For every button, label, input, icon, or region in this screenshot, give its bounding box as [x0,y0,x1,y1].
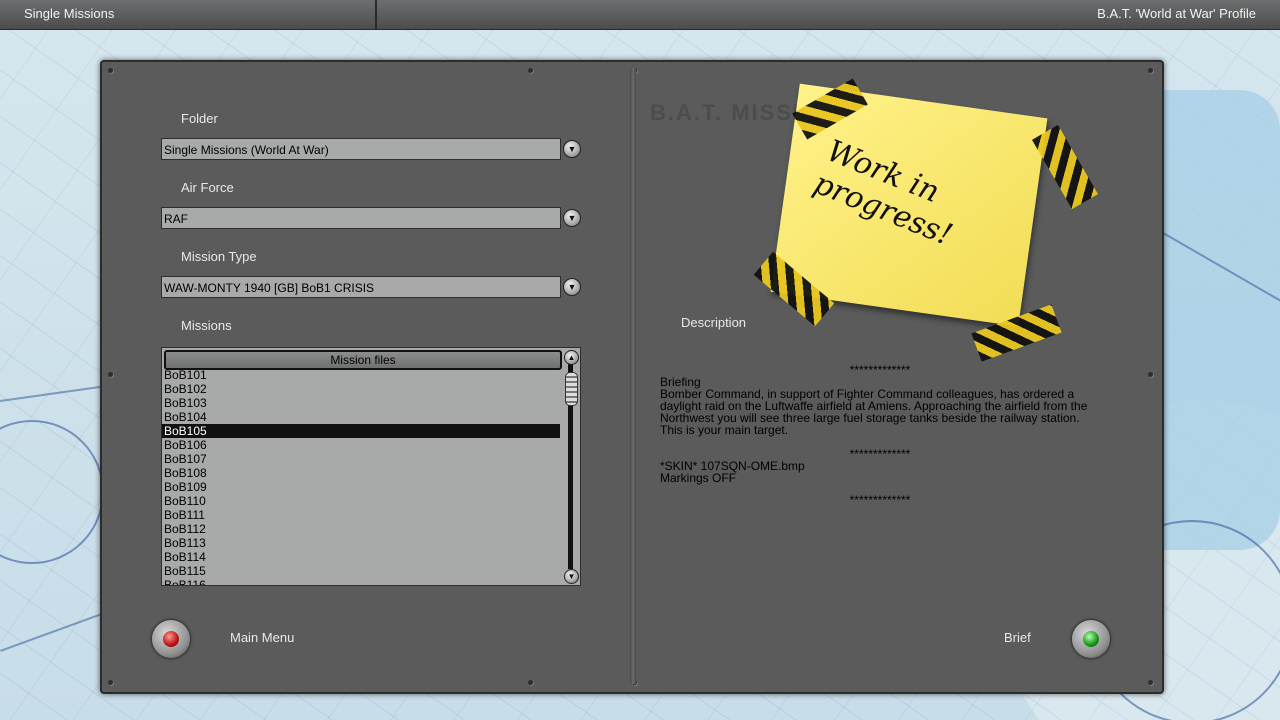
red-light-icon [163,631,179,647]
brief-button[interactable] [1072,620,1110,658]
list-item[interactable]: BoB105 [162,424,560,438]
folder-select[interactable]: Single Missions (World At War) [161,138,561,160]
list-item[interactable]: BoB114 [162,550,560,564]
scroll-up-icon[interactable]: ▲ [564,350,579,365]
list-item[interactable]: BoB103 [162,396,560,410]
missions-label: Missions [181,318,232,333]
profile-title: B.A.T. 'World at War' Profile [1097,6,1256,21]
list-item[interactable]: BoB110 [162,494,560,508]
missiontype-label: Mission Type [181,249,257,264]
list-item[interactable]: BoB116 [162,578,560,585]
list-item[interactable]: BoB101 [162,368,560,382]
mission-panel: B.A.T. MISSIONS Folder Single Missions (… [100,60,1164,694]
mission-files-header[interactable]: Mission files [164,350,562,370]
list-item[interactable]: BoB112 [162,522,560,536]
tape-top-right [1032,124,1098,210]
airforce-label: Air Force [181,180,234,195]
mission-list[interactable]: Mission files BoB101 BoB102 BoB103 BoB104 Bo… [161,347,581,586]
missiontype-select[interactable]: WAW-MONTY 1940 [GB] BoB1 CRISIS [161,276,561,298]
scroll-thumb[interactable] [565,372,578,406]
list-item[interactable]: BoB113 [162,536,560,550]
main-menu-label[interactable]: Main Menu [230,630,294,645]
list-item[interactable]: BoB102 [162,382,560,396]
list-item[interactable]: BoB108 [162,466,560,480]
folder-label: Folder [181,111,218,126]
description-text: ************* Briefing Bomber Command, i… [660,364,1100,506]
list-item[interactable]: BoB115 [162,564,560,578]
mission-list-items: BoB101 BoB102 BoB103 BoB104 BoB105 BoB106 BoB1… [162,368,560,585]
list-item[interactable]: BoB109 [162,480,560,494]
briefing-body: Bomber Command, in support of Fighter Co… [660,387,1088,437]
list-item[interactable]: BoB107 [162,452,560,466]
panel-spine [630,68,636,684]
list-item[interactable]: BoB111 [162,508,560,522]
airforce-dropdown-icon[interactable]: ▼ [563,209,581,227]
scroll-down-icon[interactable]: ▼ [564,569,579,584]
note-text: Work in progress! [808,133,958,253]
separator-1: ************* [849,363,911,377]
green-light-icon [1083,631,1099,647]
top-bar-divider [375,0,377,29]
mission-list-scrollbar[interactable]: ▲ ▼ [563,350,579,584]
list-item[interactable]: BoB106 [162,438,560,452]
markings-line: Markings OFF [660,471,737,485]
brief-label[interactable]: Brief [1004,630,1031,645]
main-menu-button[interactable] [152,620,190,658]
screen-title: Single Missions [24,6,115,21]
airforce-select[interactable]: RAF [161,207,561,229]
separator-3: ************* [849,493,911,507]
list-item[interactable]: BoB104 [162,410,560,424]
description-label: Description [681,315,747,330]
top-bar: Single Missions B.A.T. 'World at War' Pr… [0,0,1280,30]
folder-dropdown-icon[interactable]: ▼ [563,140,581,158]
missiontype-dropdown-icon[interactable]: ▼ [563,278,581,296]
